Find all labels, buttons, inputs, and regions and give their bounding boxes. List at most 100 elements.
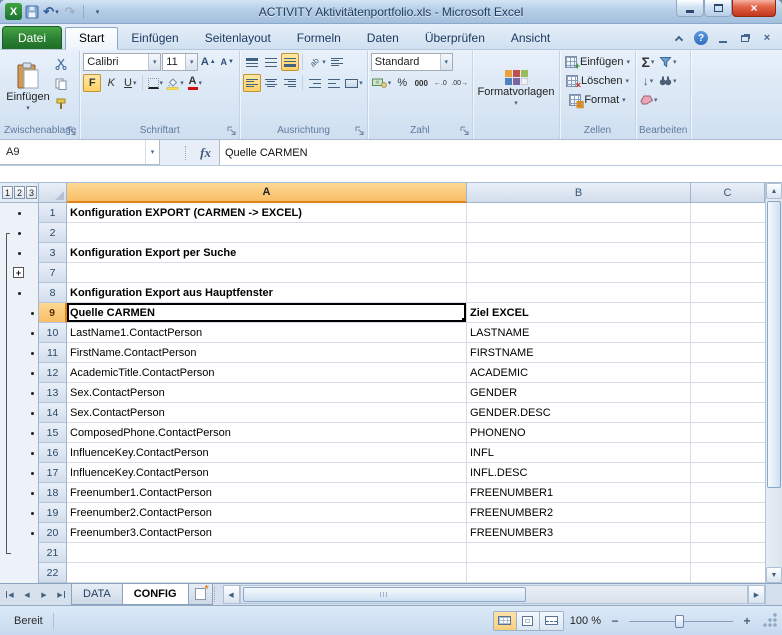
cell-C2[interactable]: [691, 223, 765, 243]
cell-C14[interactable]: [691, 403, 765, 423]
cell-B13[interactable]: GENDER: [467, 383, 691, 403]
tab-einfuegen[interactable]: Einfügen: [118, 28, 191, 49]
row-header-12[interactable]: 12: [39, 363, 67, 383]
row-header-14[interactable]: 14: [39, 403, 67, 423]
cell-A20[interactable]: Freenumber3.ContactPerson: [67, 523, 467, 543]
font-size-dropdown-icon[interactable]: ▾: [185, 54, 197, 70]
align-top-button[interactable]: [243, 53, 261, 71]
cell-B8[interactable]: [467, 283, 691, 303]
delete-cells-button[interactable]: × Löschen ▾: [563, 72, 632, 90]
increase-decimal-button[interactable]: ←.0: [431, 74, 449, 92]
cell-B10[interactable]: LASTNAME: [467, 323, 691, 343]
cell-C9[interactable]: [691, 303, 765, 323]
fill-color-button[interactable]: ▾: [165, 74, 185, 92]
borders-button[interactable]: ▾: [146, 74, 164, 92]
scroll-down-button[interactable]: ▼: [766, 567, 782, 583]
cell-C22[interactable]: [691, 563, 765, 583]
tab-formeln[interactable]: Formeln: [284, 28, 354, 49]
align-left-button[interactable]: [243, 74, 261, 92]
cell-B1[interactable]: [467, 203, 691, 223]
clear-button[interactable]: ▾: [639, 91, 659, 109]
cell-C17[interactable]: [691, 463, 765, 483]
horizontal-scroll-thumb[interactable]: [243, 587, 527, 602]
cell-B16[interactable]: INFL: [467, 443, 691, 463]
cell-B9[interactable]: Ziel EXCEL: [467, 303, 691, 323]
tab-ansicht[interactable]: Ansicht: [498, 28, 563, 49]
row-header-19[interactable]: 19: [39, 503, 67, 523]
resize-grip[interactable]: [763, 613, 778, 628]
increase-indent-button[interactable]: [325, 74, 343, 92]
cell-B15[interactable]: PHONENO: [467, 423, 691, 443]
number-format-dropdown-icon[interactable]: ▾: [440, 54, 452, 70]
cell-A14[interactable]: Sex.ContactPerson: [67, 403, 467, 423]
tab-split-handle[interactable]: [214, 587, 221, 602]
row-header-7[interactable]: 7: [39, 263, 67, 283]
font-name-dropdown-icon[interactable]: ▾: [148, 54, 160, 70]
vertical-scrollbar[interactable]: ▲ ▼: [765, 183, 782, 583]
cell-A9[interactable]: Quelle CARMEN: [67, 303, 467, 323]
comma-style-button[interactable]: 000: [412, 74, 430, 92]
align-middle-button[interactable]: [262, 53, 280, 71]
cell-B3[interactable]: [467, 243, 691, 263]
cell-B7[interactable]: [467, 263, 691, 283]
percent-style-button[interactable]: %: [393, 74, 411, 92]
sheet-tab-config[interactable]: CONFIG: [122, 584, 189, 605]
cell-B22[interactable]: [467, 563, 691, 583]
cell-A11[interactable]: FirstName.ContactPerson: [67, 343, 467, 363]
font-dialog-launcher[interactable]: [227, 126, 237, 136]
cell-A3[interactable]: Konfiguration Export per Suche: [67, 243, 467, 263]
maximize-button[interactable]: [704, 0, 732, 17]
close-button[interactable]: ×: [732, 0, 776, 17]
zoom-level[interactable]: 100 %: [570, 615, 601, 627]
row-header-15[interactable]: 15: [39, 423, 67, 443]
align-bottom-button[interactable]: [281, 53, 299, 71]
outline-expand-button[interactable]: +: [13, 263, 26, 283]
scroll-up-button[interactable]: ▲: [766, 183, 782, 199]
cell-B18[interactable]: FREENUMBER1: [467, 483, 691, 503]
formula-bar-grip[interactable]: [185, 146, 188, 160]
row-header-13[interactable]: 13: [39, 383, 67, 403]
cell-styles-button[interactable]: Formatvorlagen ▾: [476, 55, 556, 123]
cell-A12[interactable]: AcademicTitle.ContactPerson: [67, 363, 467, 383]
number-dialog-launcher[interactable]: [460, 126, 470, 136]
row-header-17[interactable]: 17: [39, 463, 67, 483]
undo-button[interactable]: ↶ ▾: [42, 3, 60, 21]
outline-level-3-button[interactable]: 3: [26, 186, 37, 199]
cell-B19[interactable]: FREENUMBER2: [467, 503, 691, 523]
previous-sheet-button[interactable]: ◀: [19, 587, 35, 603]
cell-C21[interactable]: [691, 543, 765, 563]
row-header-18[interactable]: 18: [39, 483, 67, 503]
insert-function-button[interactable]: fx: [194, 145, 217, 161]
copy-button[interactable]: [52, 75, 70, 93]
cell-A17[interactable]: InfluenceKey.ContactPerson: [67, 463, 467, 483]
row-header-10[interactable]: 10: [39, 323, 67, 343]
cell-A19[interactable]: Freenumber2.ContactPerson: [67, 503, 467, 523]
cell-C1[interactable]: [691, 203, 765, 223]
cell-A15[interactable]: ComposedPhone.ContactPerson: [67, 423, 467, 443]
cell-C16[interactable]: [691, 443, 765, 463]
tab-start[interactable]: Start: [65, 27, 118, 50]
help-button[interactable]: ?: [692, 30, 710, 46]
wrap-text-button[interactable]: [328, 53, 346, 71]
minimize-button[interactable]: [676, 0, 704, 17]
cell-C18[interactable]: [691, 483, 765, 503]
workbook-minimize-button[interactable]: [714, 30, 732, 46]
grow-font-button[interactable]: A▲: [199, 53, 217, 71]
row-header-1[interactable]: 1: [39, 203, 67, 223]
page-break-view-button[interactable]: [540, 612, 563, 630]
cell-B21[interactable]: [467, 543, 691, 563]
name-box[interactable]: A9 ▾: [0, 140, 160, 165]
row-header-21[interactable]: 21: [39, 543, 67, 563]
clipboard-dialog-launcher[interactable]: [67, 126, 77, 136]
zoom-out-button[interactable]: −: [607, 613, 623, 629]
align-center-button[interactable]: [262, 74, 280, 92]
tab-seitenlayout[interactable]: Seitenlayout: [192, 28, 284, 49]
first-sheet-button[interactable]: ◀: [2, 587, 18, 603]
font-color-button[interactable]: A▾: [186, 74, 204, 92]
cell-A7[interactable]: [67, 263, 467, 283]
accounting-format-button[interactable]: ▾: [371, 74, 393, 92]
select-all-button[interactable]: [39, 183, 67, 203]
outline-plus-icon[interactable]: +: [13, 267, 24, 278]
cell-A8[interactable]: Konfiguration Export aus Hauptfenster: [67, 283, 467, 303]
format-painter-button[interactable]: [52, 95, 70, 113]
